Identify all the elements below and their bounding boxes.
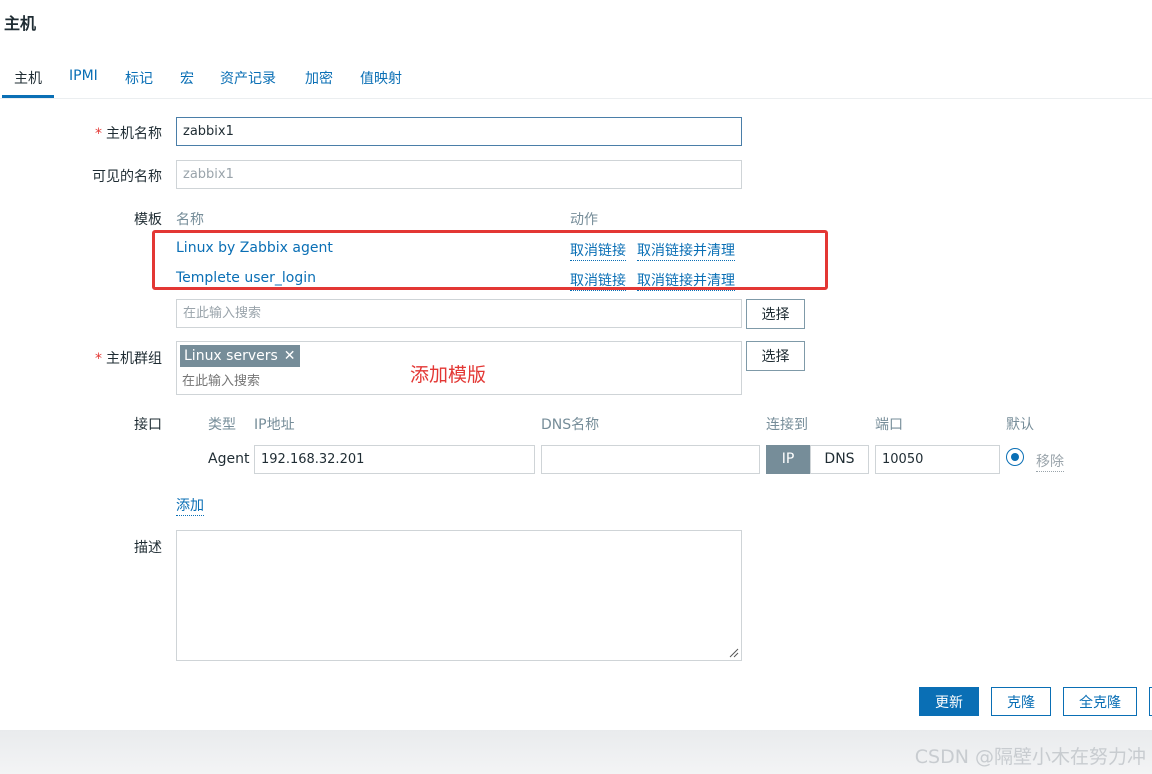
connect-dns-toggle[interactable]: DNS: [810, 445, 869, 474]
tab-inventory[interactable]: 资产记录: [220, 68, 276, 88]
tab-value-mapping[interactable]: 值映射: [360, 68, 402, 88]
description-label: 描述: [134, 540, 162, 556]
required-marker: *: [95, 351, 102, 367]
tab-tags[interactable]: 标记: [125, 68, 153, 88]
description-textarea[interactable]: [176, 530, 742, 661]
tab-encryption[interactable]: 加密: [305, 68, 333, 88]
resize-grip-icon[interactable]: [727, 646, 739, 658]
templates-col-action: 动作: [570, 212, 598, 228]
interfaces-col-connect: 连接到: [766, 417, 808, 433]
interface-add-link[interactable]: 添加: [176, 495, 204, 516]
host-name-input[interactable]: [176, 117, 742, 146]
host-group-tag-label: Linux servers: [184, 348, 278, 364]
tag-remove-icon[interactable]: ✕: [284, 348, 296, 364]
interface-remove-link[interactable]: 移除: [1036, 451, 1064, 472]
default-interface-radio[interactable]: [1006, 448, 1024, 466]
interface-dns-input[interactable]: [541, 445, 760, 474]
visible-name-input[interactable]: [176, 160, 742, 189]
host-name-label: * 主机名称: [22, 123, 162, 143]
host-group-select-button[interactable]: 选择: [746, 341, 805, 371]
host-groups-label-text: 主机群组: [106, 351, 162, 367]
templates-col-name: 名称: [176, 212, 204, 228]
annotation-text: 添加模版: [410, 364, 487, 386]
templates-label: 模板: [134, 212, 162, 228]
tab-macros[interactable]: 宏: [180, 68, 194, 88]
interfaces-col-default: 默认: [1006, 417, 1034, 433]
interfaces-col-ip: IP地址: [254, 417, 295, 433]
host-groups-label: * 主机群组: [22, 348, 162, 368]
required-marker: *: [95, 126, 102, 142]
interfaces-col-type: 类型: [208, 417, 236, 433]
interfaces-label: 接口: [134, 417, 162, 433]
full-clone-button[interactable]: 全克隆: [1063, 687, 1137, 716]
visible-name-label: 可见的名称: [92, 169, 162, 185]
interfaces-col-dns: DNS名称: [541, 417, 600, 433]
page-title: 主机: [4, 14, 37, 33]
connect-ip-toggle[interactable]: IP: [766, 445, 810, 474]
interfaces-col-port: 端口: [875, 417, 903, 433]
active-tab-indicator: [2, 95, 54, 98]
tab-ipmi[interactable]: IPMI: [69, 68, 98, 84]
host-group-tag: Linux servers ✕: [180, 345, 300, 367]
host-group-search-input[interactable]: [178, 371, 406, 391]
radio-selected-dot: [1011, 453, 1019, 461]
interface-ip-input[interactable]: [254, 445, 535, 474]
template-search-input[interactable]: [176, 299, 742, 328]
interface-port-input[interactable]: [875, 445, 1000, 474]
host-name-label-text: 主机名称: [106, 126, 162, 142]
template-select-button[interactable]: 选择: [746, 299, 805, 329]
tab-host[interactable]: 主机: [14, 68, 42, 88]
interface-type: Agent: [208, 451, 250, 467]
watermark: CSDN @隔壁小木在努力冲: [914, 746, 1146, 768]
tab-bar: 主机 IPMI 标记 宏 资产记录 加密 值映射: [0, 64, 1152, 99]
clone-button[interactable]: 克隆: [991, 687, 1051, 716]
update-button[interactable]: 更新: [919, 687, 979, 716]
annotation-highlight-box: [152, 230, 828, 290]
